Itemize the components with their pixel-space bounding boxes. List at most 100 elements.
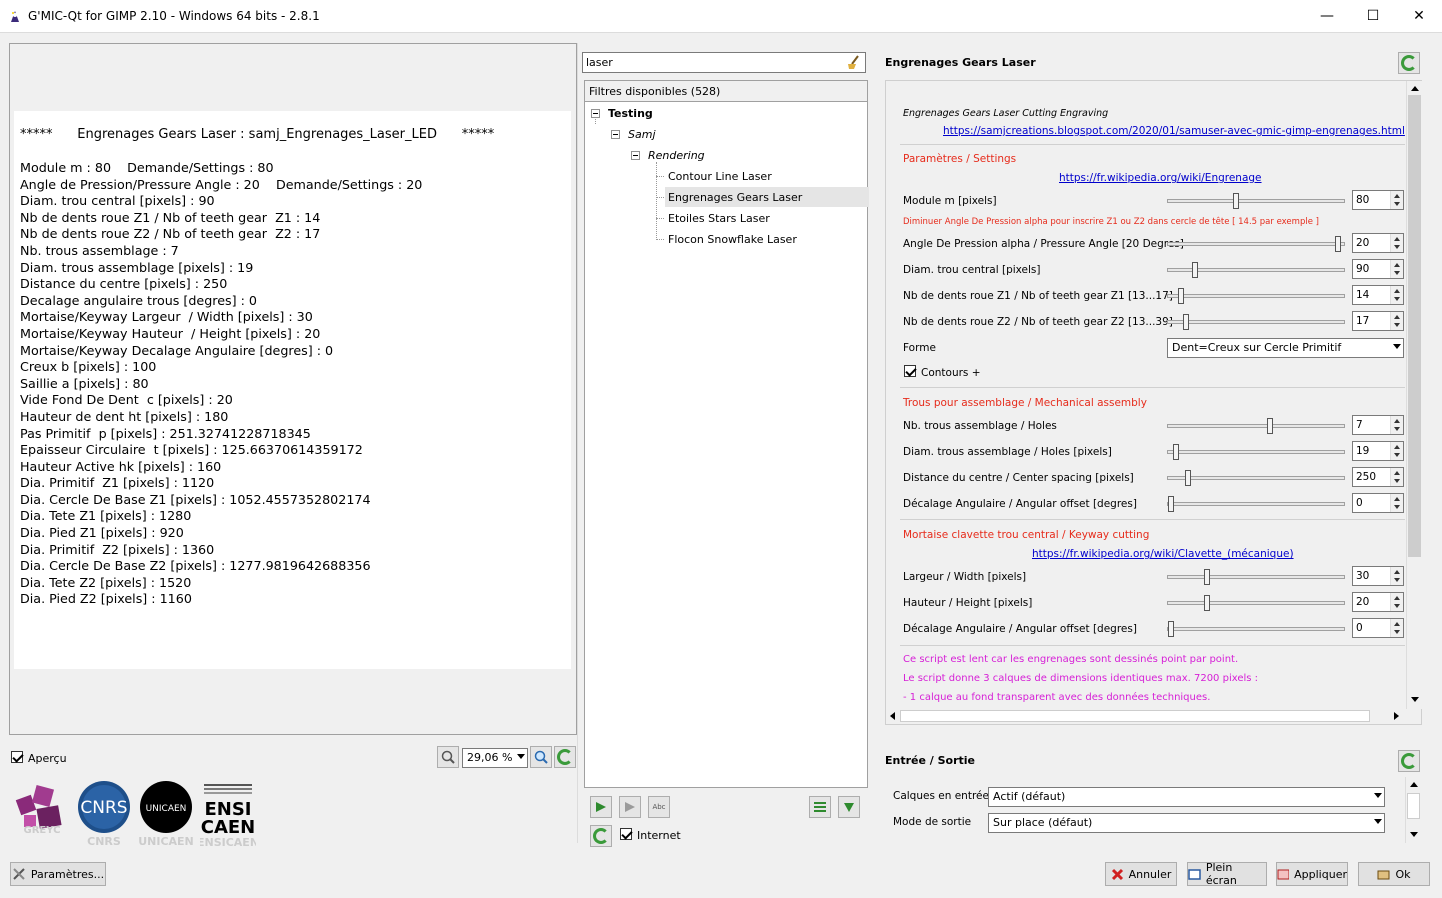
internet-label: Internet	[637, 829, 681, 842]
io-vscrollbar[interactable]	[1405, 777, 1421, 843]
slider-thumb[interactable]	[1178, 288, 1184, 304]
minimize-button[interactable]: —	[1304, 0, 1350, 32]
close-button[interactable]: ✕	[1396, 0, 1442, 32]
svg-text:CNRS: CNRS	[80, 798, 127, 818]
tree-node-testing[interactable]: Testing	[608, 107, 653, 120]
collapse-samj-icon[interactable]	[611, 130, 620, 139]
cancel-x-icon	[1111, 868, 1123, 880]
angle-slider[interactable]	[1167, 236, 1345, 252]
cancel-button[interactable]: Annuler	[1105, 862, 1177, 886]
slider-thumb[interactable]	[1233, 193, 1239, 209]
filter-tree[interactable]: Testing Samj Rendering Contour Line Lase…	[584, 102, 869, 788]
slider-thumb[interactable]	[1192, 262, 1198, 278]
module-slider[interactable]	[1167, 193, 1345, 209]
slider-thumb[interactable]	[1335, 236, 1341, 252]
width-slider[interactable]	[1167, 569, 1345, 585]
filter-search-input[interactable]: laser	[582, 52, 866, 73]
slider-thumb[interactable]	[1204, 569, 1210, 585]
module-spinbox[interactable]: 80	[1352, 190, 1404, 210]
tree-item-engrenages[interactable]: Engrenages Gears Laser	[668, 191, 802, 204]
tree-item-contour[interactable]: Contour Line Laser	[668, 170, 772, 183]
forme-combo[interactable]: Dent=Creux sur Cercle Primitif	[1167, 338, 1404, 358]
tree-item-etoiles[interactable]: Etoiles Stars Laser	[668, 212, 770, 225]
keyoffset-slider[interactable]	[1167, 621, 1345, 637]
contours-checkbox[interactable]	[904, 365, 916, 380]
preview-info-line: Vide Fond De Dent c [pixels] : 20	[20, 392, 233, 408]
slider-thumb[interactable]	[1183, 314, 1189, 330]
params-vscrollbar[interactable]	[1406, 81, 1422, 709]
wiki-engrenage-link[interactable]: https://fr.wikipedia.org/wiki/Engrenage	[1059, 172, 1262, 184]
remove-favorite-button[interactable]	[619, 796, 641, 818]
height-slider[interactable]	[1167, 595, 1345, 611]
internet-checkbox[interactable]	[620, 828, 632, 843]
fullscreen-button[interactable]: Plein écran	[1187, 861, 1267, 887]
slider-thumb[interactable]	[1204, 595, 1210, 611]
params-hscroll-thumb[interactable]	[900, 710, 1370, 722]
z2-spinbox[interactable]: 17	[1352, 311, 1404, 331]
z1-spinbox[interactable]: 14	[1352, 285, 1404, 305]
params-hscrollbar[interactable]	[886, 709, 1406, 724]
holes-diam-slider[interactable]	[1167, 444, 1345, 460]
zoom-out-button[interactable]	[437, 746, 459, 768]
slider-thumb[interactable]	[1168, 496, 1174, 512]
expand-collapse-button[interactable]	[838, 796, 860, 818]
update-filters-button[interactable]	[590, 825, 612, 847]
offset-slider[interactable]	[1167, 496, 1345, 512]
z1-slider[interactable]	[1167, 288, 1345, 304]
diam-slider[interactable]	[1167, 262, 1345, 278]
filter-name: Engrenages Gears Laser	[885, 56, 1036, 69]
input-layers-combo[interactable]: Actif (défaut)	[988, 787, 1385, 807]
params-vscroll-thumb[interactable]	[1408, 95, 1421, 557]
output-mode-combo[interactable]: Sur place (défaut)	[988, 813, 1385, 833]
holes-spinbox[interactable]: 7	[1352, 415, 1404, 435]
apply-button[interactable]: Appliquer	[1276, 862, 1348, 886]
zoom-combo[interactable]: 29,06 %	[462, 748, 528, 768]
rename-favorite-button[interactable]: Abc	[648, 796, 670, 818]
zoom-in-button[interactable]	[530, 746, 552, 768]
wiki-clavette-link[interactable]: https://fr.wikipedia.org/wiki/Clavette_(…	[1032, 548, 1294, 560]
ok-button[interactable]: Ok	[1358, 862, 1430, 886]
reset-io-button[interactable]	[1398, 750, 1420, 772]
keyoffset-spinbox[interactable]: 0	[1352, 618, 1404, 638]
slider-thumb[interactable]	[1267, 418, 1273, 434]
note-line-3: - 1 calque au fond transparent avec des …	[903, 692, 1211, 703]
preview-info-line: Module m : 80 Demande/Settings : 80	[20, 160, 274, 175]
cancel-label: Annuler	[1128, 867, 1172, 881]
slider-thumb[interactable]	[1173, 444, 1179, 460]
parameters-button[interactable]: Paramètres...	[10, 862, 106, 886]
tree-node-samj[interactable]: Samj	[628, 128, 656, 141]
tree-item-flocon[interactable]: Flocon Snowflake Laser	[668, 233, 797, 246]
filter-parameters-panel: Engrenages Gears Laser Cutting Engraving…	[885, 80, 1422, 725]
toggle-visibility-button[interactable]	[809, 796, 831, 818]
slider-thumb[interactable]	[1168, 621, 1174, 637]
reset-params-button[interactable]	[1398, 52, 1420, 74]
slider-thumb[interactable]	[1185, 470, 1191, 486]
clear-search-icon[interactable]	[846, 54, 862, 73]
apply-icon	[1277, 869, 1290, 879]
apercu-checkbox[interactable]	[11, 751, 23, 766]
magnifier-icon	[441, 750, 455, 764]
splitter-left[interactable]	[577, 43, 578, 843]
diam-spinbox[interactable]: 90	[1352, 259, 1404, 279]
z2-slider[interactable]	[1167, 314, 1345, 330]
dist-spinbox[interactable]: 250	[1352, 467, 1404, 487]
offset-spinbox[interactable]: 0	[1352, 493, 1404, 513]
blog-link[interactable]: https://samjcreations.blogspot.com/2020/…	[943, 125, 1405, 137]
collapse-rendering-icon[interactable]	[631, 151, 640, 160]
holes-diam-label: Diam. trous assemblage / Holes [pixels]	[903, 446, 1112, 458]
height-spinbox[interactable]: 20	[1352, 592, 1404, 612]
tree-node-rendering[interactable]: Rendering	[648, 149, 705, 162]
angle-spinbox[interactable]: 20	[1352, 233, 1404, 253]
width-spinbox[interactable]: 30	[1352, 566, 1404, 586]
add-favorite-button[interactable]	[590, 796, 612, 818]
holes-slider[interactable]	[1167, 418, 1345, 434]
preview-info-line: Diam. trou central [pixels] : 90	[20, 193, 215, 209]
dist-slider[interactable]	[1167, 470, 1345, 486]
holes-diam-spinbox[interactable]: 19	[1352, 441, 1404, 461]
collapse-testing-icon[interactable]	[591, 109, 600, 118]
maximize-button[interactable]: ☐	[1350, 0, 1396, 32]
preview-info-line: Dia. Cercle De Base Z2 [pixels] : 1277.9…	[20, 558, 371, 574]
refresh-preview-button[interactable]	[554, 746, 576, 768]
svg-text:CNRS: CNRS	[87, 835, 121, 847]
preview-info-line: Dia. Tete Z1 [pixels] : 1280	[20, 508, 192, 524]
